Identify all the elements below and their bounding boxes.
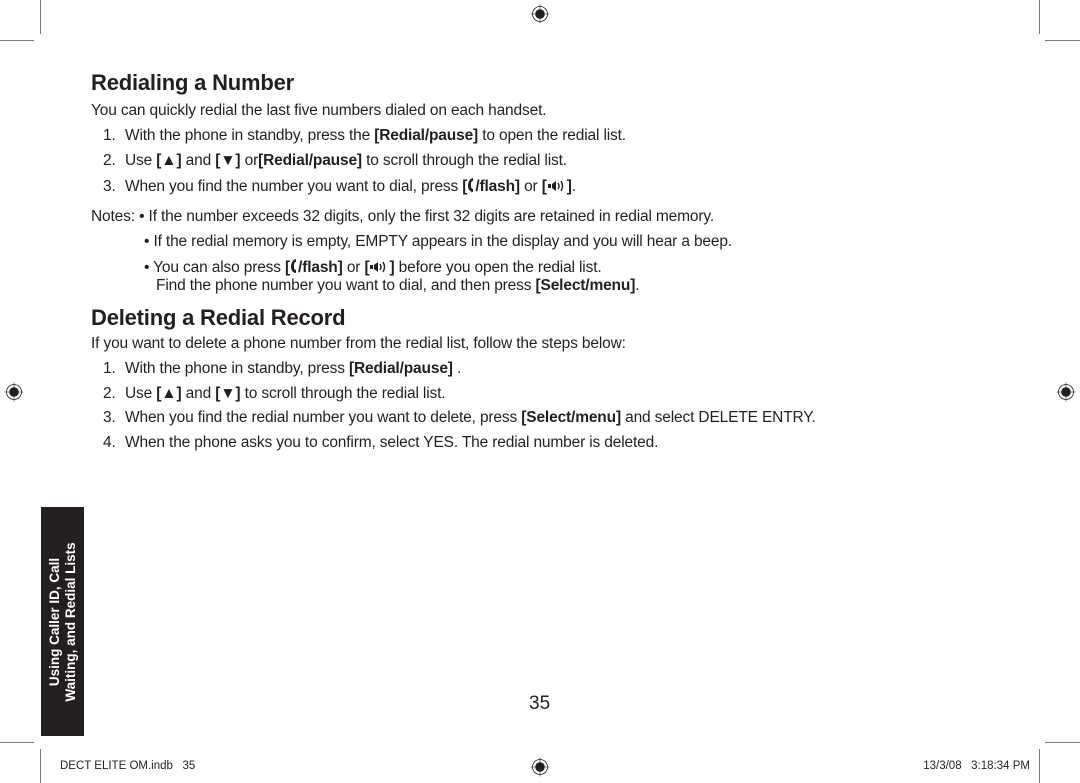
crop-mark-top-left-h	[0, 40, 34, 41]
step-number: 1.	[103, 360, 116, 377]
crop-mark-bottom-left-h	[0, 742, 34, 743]
key-select-menu: [Select/menu]	[521, 409, 621, 426]
step-number: 1.	[103, 127, 116, 144]
key-speaker: []	[541, 178, 572, 195]
section-intro: If you want to delete a phone number fro…	[91, 335, 626, 352]
footer-timestamp: 13/3/08 3:18:34 PM	[923, 760, 1030, 772]
page-number: 35	[529, 693, 551, 714]
crop-mark-bottom-right-h	[1045, 742, 1080, 743]
registration-mark-icon	[1056, 382, 1076, 402]
notes-label: Notes:	[91, 208, 135, 225]
note-item: Notes: • If the number exceeds 32 digits…	[91, 208, 715, 225]
list-item: 2. Use [▲] and [▼] or[Redial/pause] to sc…	[103, 152, 567, 169]
note-item-continuation: Find the phone number you want to dial, …	[156, 277, 640, 294]
section-intro: You can quickly redial the last five num…	[91, 102, 547, 119]
list-item: 2. Use [▲] and [▼] to scroll through the …	[103, 385, 446, 402]
crop-mark-top-right-v	[1039, 0, 1040, 34]
step-number: 2.	[103, 385, 116, 402]
crop-mark-top-right-h	[1045, 40, 1080, 41]
down-arrow-icon: [▼]	[215, 385, 241, 402]
up-arrow-icon: [▲]	[156, 385, 182, 402]
talk-handset-icon	[468, 178, 474, 192]
section-heading-redialing: Redialing a Number	[91, 70, 294, 95]
crop-mark-bottom-left-v	[40, 749, 41, 783]
registration-mark-icon	[530, 757, 550, 777]
up-arrow-icon: [▲]	[156, 152, 182, 169]
speakerphone-icon	[370, 261, 386, 273]
registration-mark-icon	[4, 382, 24, 402]
note-item: • You can also press [/flash] or [] befo…	[144, 259, 602, 276]
registration-mark-icon	[530, 4, 550, 24]
down-arrow-icon: [▼]	[215, 152, 241, 169]
step-number: 4.	[103, 434, 116, 451]
key-speaker: []	[364, 259, 395, 276]
step-number: 3.	[103, 178, 116, 195]
list-item: 1. With the phone in standby, press the […	[103, 127, 626, 144]
crop-mark-top-left-v	[40, 0, 41, 34]
bullet: •	[139, 208, 145, 225]
step-number: 3.	[103, 409, 116, 426]
list-item: 3. When you find the number you want to d…	[103, 178, 576, 195]
list-item: 1. With the phone in standby, press [Redi…	[103, 360, 462, 377]
chapter-side-tab-label: Using Caller ID, Call Waiting, and Redia…	[46, 541, 78, 702]
note-item: • If the redial memory is empty, EMPTY a…	[144, 233, 733, 250]
crop-mark-bottom-right-v	[1039, 749, 1040, 783]
key-redial-pause: [Redial/pause]	[258, 152, 362, 169]
bullet: •	[144, 259, 150, 276]
chapter-side-tab: Using Caller ID, Call Waiting, and Redia…	[41, 507, 84, 736]
key-redial-pause: [Redial/pause]	[374, 127, 479, 144]
step-number: 2.	[103, 152, 116, 169]
list-item: 3. When you find the redial number you wa…	[103, 409, 816, 426]
key-redial-pause: [Redial/pause]	[348, 360, 453, 377]
key-select-menu: [Select/menu]	[535, 277, 636, 294]
section-heading-deleting: Deleting a Redial Record	[91, 305, 346, 330]
footer-file-name: DECT ELITE OM.indb 35	[60, 760, 196, 772]
list-item: 4. When the phone asks you to confirm, se…	[103, 434, 659, 451]
key-talk-flash: [/flash]	[285, 259, 343, 276]
key-talk-flash: [/flash]	[462, 178, 520, 195]
talk-handset-icon	[291, 259, 297, 273]
speakerphone-icon	[547, 180, 563, 192]
bullet: •	[144, 233, 150, 250]
